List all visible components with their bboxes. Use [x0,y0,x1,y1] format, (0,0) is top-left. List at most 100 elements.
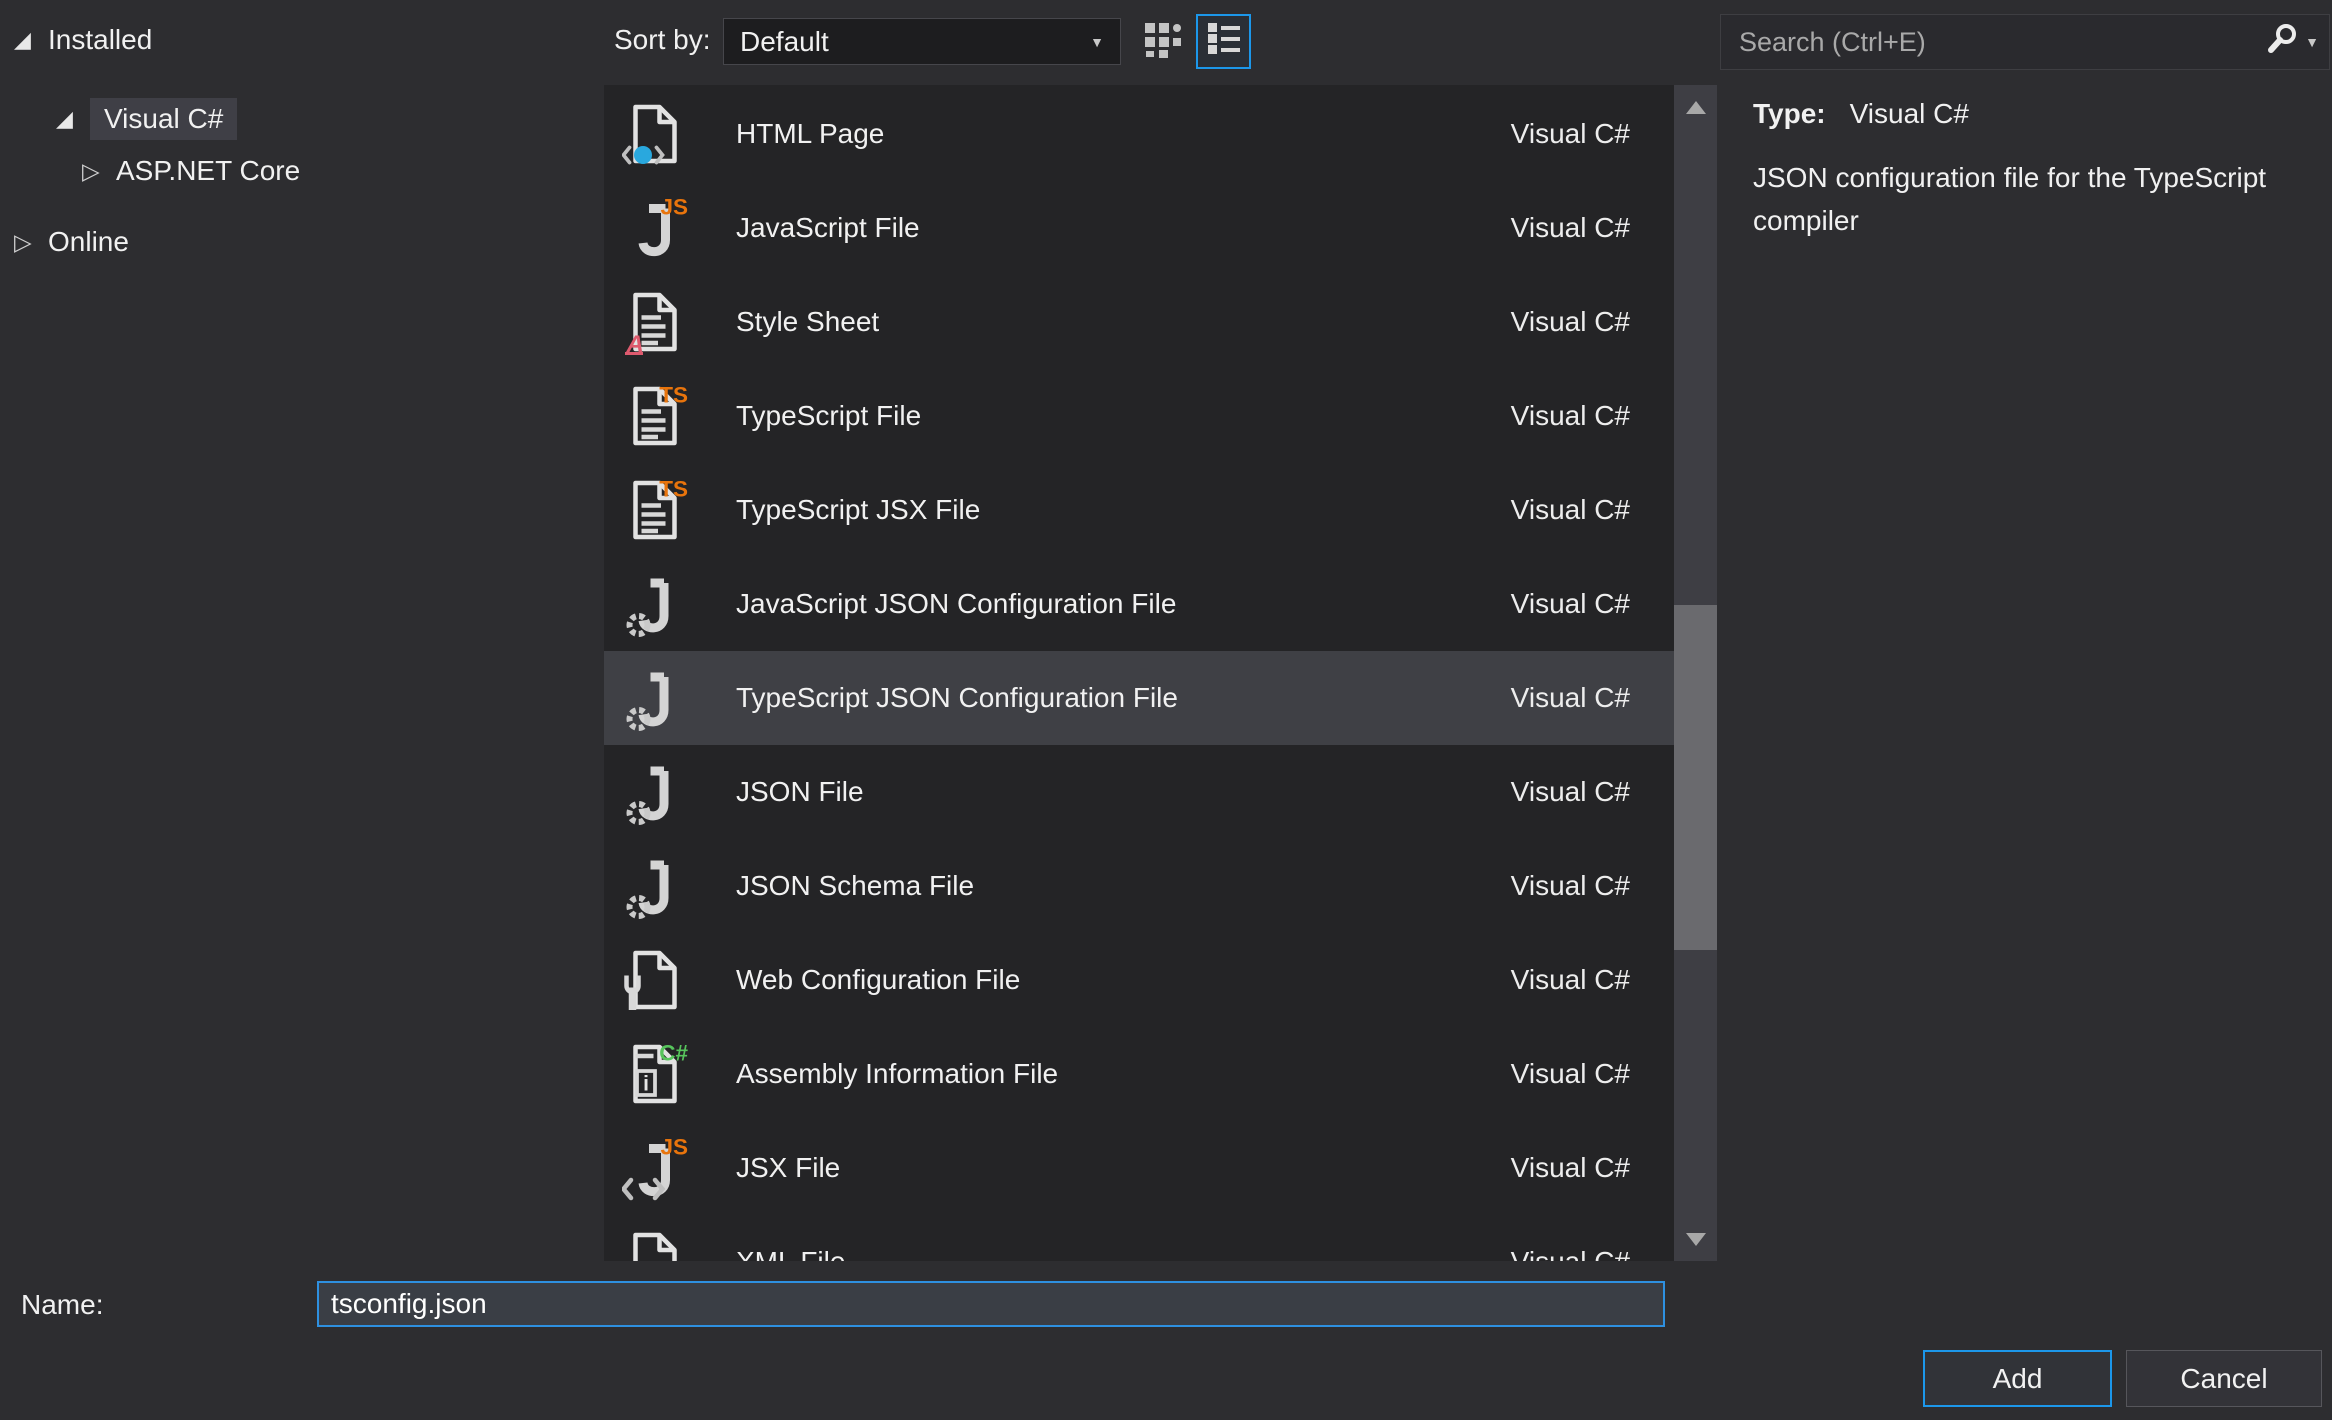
template-list-item[interactable]: JSON FileVisual C# [604,745,1674,839]
template-category: Visual C# [1511,212,1630,244]
template-category: Visual C# [1511,964,1630,996]
tree-node-online[interactable]: ▷ Online [14,226,129,258]
assembly-info-icon: i C# [622,1041,688,1107]
scrollbar-thumb[interactable] [1674,605,1717,950]
xml-file-icon [622,1229,688,1261]
template-name: JSON File [736,776,1511,808]
template-category: Visual C# [1511,1246,1630,1261]
list-view-icon [1206,20,1242,63]
triangle-up-icon [1686,101,1706,114]
template-list-item[interactable]: A Style SheetVisual C# [604,275,1674,369]
svg-text:A: A [626,331,644,355]
template-name: TypeScript JSX File [736,494,1511,526]
tree-node-installed[interactable]: ◢ Installed [14,24,152,56]
sort-by-label: Sort by: [614,24,710,56]
template-category: Visual C# [1511,306,1630,338]
jsx-file-icon: JS [622,1135,688,1201]
template-category: Visual C# [1511,682,1630,714]
search-box[interactable]: ▼ [1720,14,2330,70]
svg-text:TS: TS [659,383,688,408]
triangle-down-icon [1686,1233,1706,1246]
template-list-item[interactable]: JavaScript JSON Configuration FileVisual… [604,557,1674,651]
json-file-icon [622,571,688,637]
collapsed-triangle-icon[interactable]: ▷ [14,229,48,256]
search-input[interactable] [1721,27,2265,58]
svg-text:JS: JS [660,1135,688,1160]
template-list-item[interactable]: HTML PageVisual C# [604,87,1674,181]
template-category: Visual C# [1511,1058,1630,1090]
list-view-button-active[interactable] [1196,14,1251,69]
cancel-button-label: Cancel [2180,1363,2267,1395]
template-name: JavaScript JSON Configuration File [736,588,1511,620]
tree-node-label: Installed [48,24,152,56]
template-category: Visual C# [1511,870,1630,902]
template-name: TypeScript JSON Configuration File [736,682,1511,714]
template-list-item[interactable]: JSON Schema FileVisual C# [604,839,1674,933]
svg-text:JS: JS [660,195,688,220]
template-list-item[interactable]: Web Configuration FileVisual C# [604,933,1674,1027]
web-config-icon [622,947,688,1013]
expanded-triangle-icon[interactable]: ◢ [14,27,48,53]
template-details-panel: Type: Visual C# JSON configuration file … [1753,98,2331,243]
template-list-item[interactable]: TS TypeScript FileVisual C# [604,369,1674,463]
tree-node-label: ASP.NET Core [116,155,300,187]
name-input[interactable] [317,1281,1665,1327]
grid-view-icon [1144,19,1184,66]
template-name: HTML Page [736,118,1511,150]
scroll-down-button[interactable] [1674,1217,1717,1261]
name-label: Name: [21,1289,103,1321]
template-name: XML File [736,1246,1511,1261]
template-category: Visual C# [1511,118,1630,150]
cancel-button[interactable]: Cancel [2126,1350,2322,1407]
add-button[interactable]: Add [1923,1350,2112,1407]
chevron-down-icon: ▼ [1090,34,1104,50]
template-description: JSON configuration file for the TypeScri… [1753,156,2331,243]
type-label: Type: [1753,98,1826,130]
template-name: Web Configuration File [736,964,1511,996]
template-name: JSX File [736,1152,1511,1184]
tree-node-label: Online [48,226,129,258]
template-list-item[interactable]: XML FileVisual C# [604,1215,1674,1261]
style-sheet-icon: A [622,289,688,355]
tree-node-label-selected: Visual C# [90,98,237,140]
scroll-up-button[interactable] [1674,85,1717,129]
template-category: Visual C# [1511,588,1630,620]
ts-file-icon: TS [622,383,688,449]
template-list-item-selected[interactable]: TypeScript JSON Configuration FileVisual… [604,651,1674,745]
json-file-icon [622,853,688,919]
json-file-icon [622,759,688,825]
medium-icons-view-button[interactable] [1140,18,1188,66]
template-category: Visual C# [1511,494,1630,526]
template-name: JavaScript File [736,212,1511,244]
js-file-icon: JS [622,195,688,261]
type-value: Visual C# [1850,98,1969,130]
template-category: Visual C# [1511,1152,1630,1184]
template-list-item[interactable]: TS TypeScript JSX FileVisual C# [604,463,1674,557]
sort-by-dropdown[interactable]: Default ▼ [723,18,1121,65]
search-icon[interactable] [2265,22,2299,63]
svg-text:TS: TS [659,477,688,502]
tree-node-aspnet-core[interactable]: ▷ ASP.NET Core [82,155,300,187]
template-category: Visual C# [1511,400,1630,432]
template-name: Assembly Information File [736,1058,1511,1090]
html-page-icon [622,101,688,167]
list-scrollbar[interactable] [1674,85,1717,1261]
tree-node-visual-csharp[interactable]: ◢ Visual C# [56,98,237,140]
template-list-item[interactable]: JS JavaScript FileVisual C# [604,181,1674,275]
add-button-label: Add [1993,1363,2043,1395]
template-name: Style Sheet [736,306,1511,338]
json-file-icon [622,665,688,731]
template-list: HTML PageVisual C#JSJavaScript FileVisua… [604,85,1674,1261]
collapsed-triangle-icon[interactable]: ▷ [82,158,116,185]
chevron-down-icon[interactable]: ▼ [2305,34,2319,50]
template-list-item[interactable]: i C# Assembly Information FileVisual C# [604,1027,1674,1121]
svg-text:i: i [643,1073,649,1096]
template-name: TypeScript File [736,400,1511,432]
expanded-triangle-icon[interactable]: ◢ [56,106,90,132]
template-list-item[interactable]: JS JSX FileVisual C# [604,1121,1674,1215]
template-name: JSON Schema File [736,870,1511,902]
sort-by-value: Default [740,26,829,58]
ts-file-icon: TS [622,477,688,543]
svg-text:C#: C# [659,1041,688,1066]
template-category: Visual C# [1511,776,1630,808]
